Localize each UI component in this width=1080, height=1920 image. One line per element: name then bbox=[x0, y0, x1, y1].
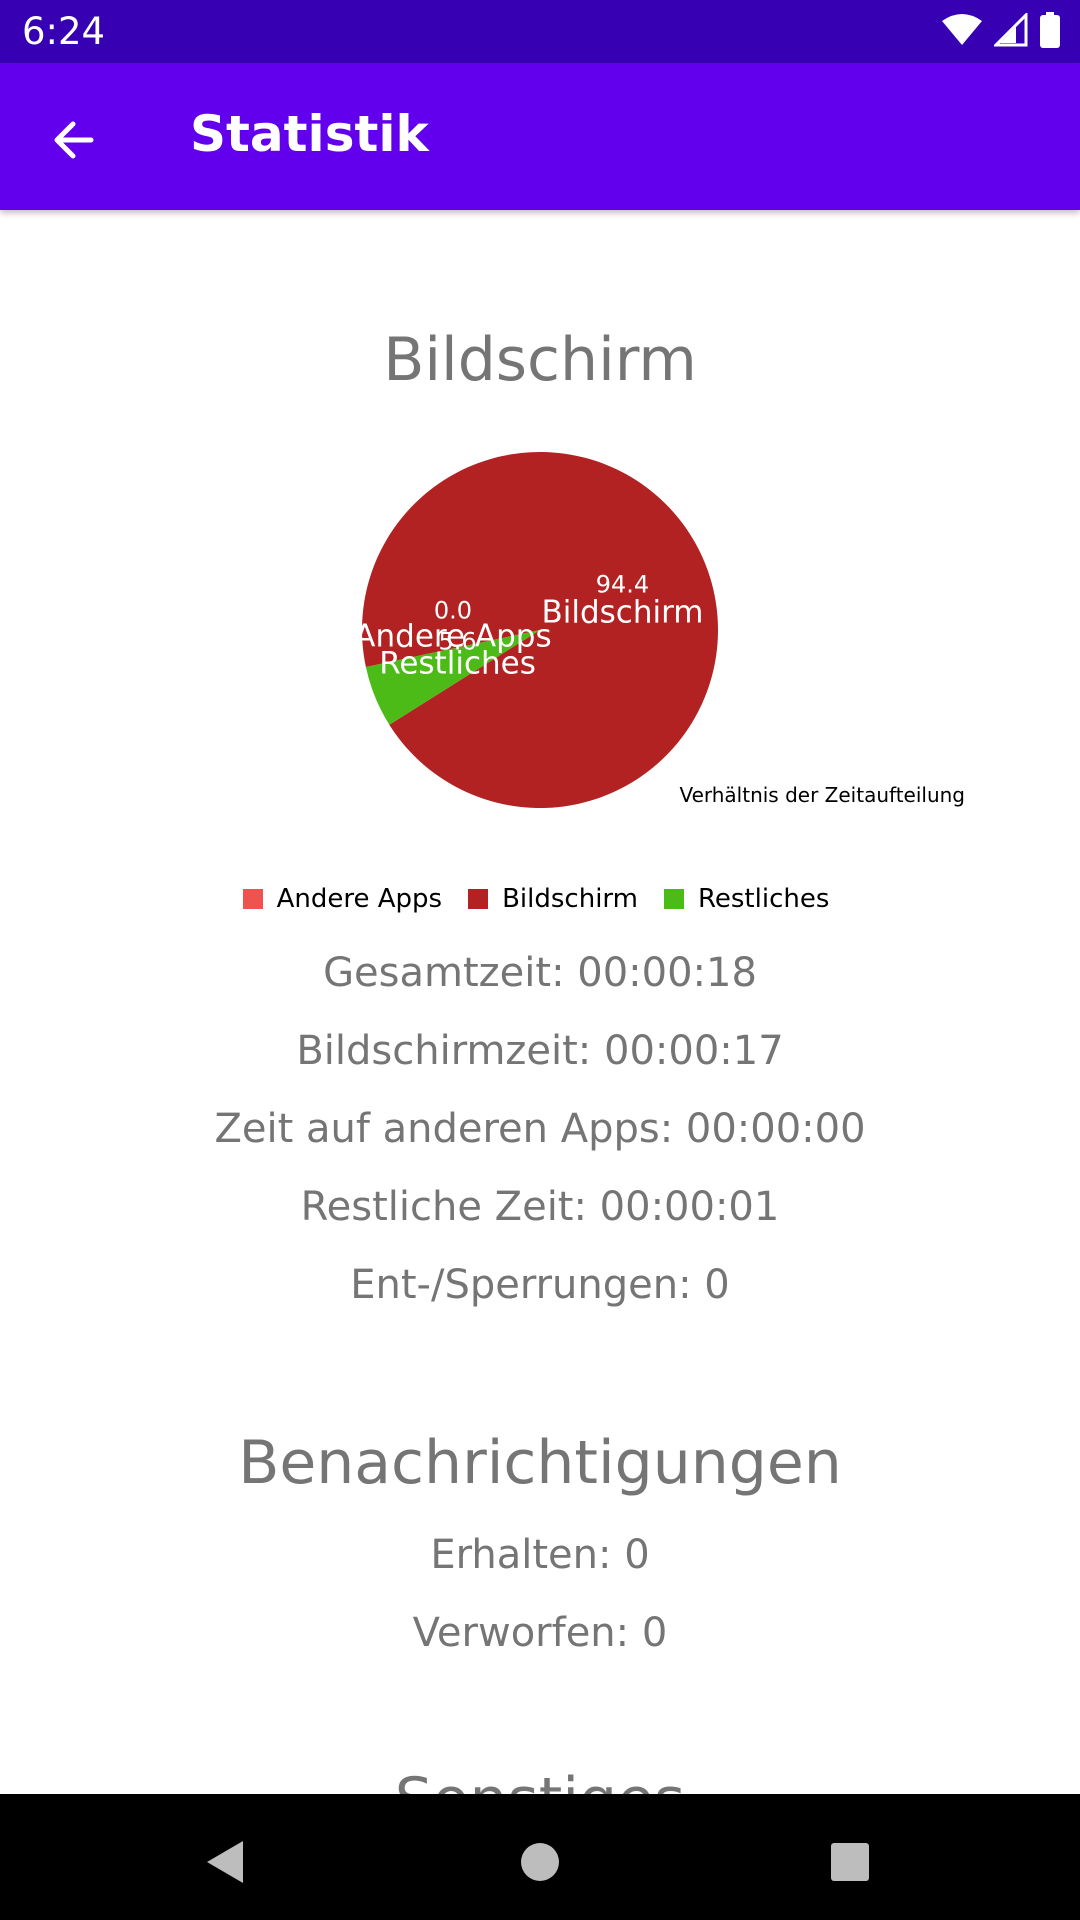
legend-label: Andere Apps bbox=[276, 884, 443, 914]
screen-time-text: Bildschirmzeit: 00:00:17 bbox=[296, 1028, 784, 1074]
remaining-time-text: Restliche Zeit: 00:00:01 bbox=[300, 1184, 780, 1230]
page-title: Statistik bbox=[190, 105, 429, 163]
status-icons bbox=[942, 12, 1060, 48]
back-button[interactable] bbox=[36, 103, 110, 177]
legend-label: Restliches bbox=[697, 884, 830, 914]
statistics-scroll-content[interactable]: Bildschirm 0.0 Andere Apps 94.4 Bildschirm 5… bbox=[0, 210, 1080, 1794]
cellular-signal-icon bbox=[994, 13, 1028, 47]
status-bar: 6:24 bbox=[0, 0, 1080, 63]
time-distribution-pie-chart[interactable]: 0.0Andere Apps94.4Bildschirm5.6Restliche… bbox=[0, 210, 1080, 890]
notifications-dismissed-text: Verworfen: 0 bbox=[412, 1610, 668, 1656]
nav-back-button[interactable] bbox=[186, 1822, 266, 1902]
pie-slice-label-restliches: Restliches bbox=[379, 645, 536, 681]
legend-swatch bbox=[468, 889, 489, 909]
next-section-title: Sonstiges bbox=[0, 1765, 1080, 1794]
arrow-back-icon bbox=[54, 121, 94, 159]
app-bar: Statistik bbox=[0, 63, 1080, 210]
nav-home-icon bbox=[521, 1843, 559, 1881]
nav-back-icon bbox=[207, 1841, 243, 1883]
pie-slice-label-bildschirm: Bildschirm bbox=[541, 595, 703, 631]
status-time: 6:24 bbox=[22, 10, 106, 53]
chart-description: Verhältnis der Zeitaufteilung bbox=[679, 783, 965, 807]
notifications-section-title: Benachrichtigungen bbox=[238, 1428, 842, 1498]
legend-item-andere-apps: Andere Apps bbox=[242, 884, 443, 914]
battery-icon bbox=[1040, 12, 1060, 48]
total-time-text: Gesamtzeit: 00:00:18 bbox=[323, 950, 757, 996]
other-apps-time-text: Zeit auf anderen Apps: 00:00:00 bbox=[214, 1106, 866, 1152]
legend-swatch bbox=[663, 889, 684, 909]
wifi-icon bbox=[942, 14, 982, 45]
unlocks-text: Ent-/Sperrungen: 0 bbox=[350, 1262, 730, 1308]
legend-item-bildschirm: Bildschirm bbox=[468, 884, 638, 914]
legend-swatch bbox=[242, 889, 263, 909]
notifications-received-text: Erhalten: 0 bbox=[430, 1532, 650, 1578]
nav-recents-icon bbox=[831, 1843, 869, 1881]
chart-legend: Andere Apps Bildschirm Restliches bbox=[0, 884, 1080, 914]
nav-recents-button[interactable] bbox=[810, 1822, 890, 1902]
nav-home-button[interactable] bbox=[500, 1822, 580, 1902]
navigation-bar bbox=[0, 1794, 1080, 1920]
legend-item-restliches: Restliches bbox=[663, 884, 830, 914]
legend-label: Bildschirm bbox=[502, 884, 638, 914]
